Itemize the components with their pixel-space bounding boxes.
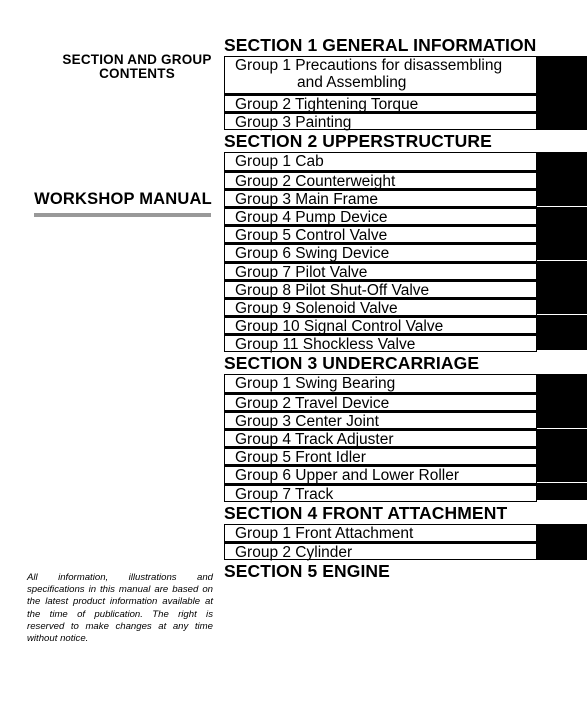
group-link[interactable]: Group 3 Main Frame <box>224 188 537 208</box>
group-label: Group 11 Shockless Valve <box>235 336 415 353</box>
group-label-line1: Group 11 Shockless Valve <box>235 336 416 354</box>
group-label: Group 8 Pilot Shut-Off Valve <box>235 282 429 299</box>
section-group-list: Group 1 Swing Bearing Group 2 Travel Devi… <box>224 374 587 503</box>
thumb-index-tab[interactable] <box>537 429 587 483</box>
group-label-line1: Group 3 Painting <box>235 114 352 132</box>
group-label-line1: Group 5 Control Valve <box>235 227 388 245</box>
group-label-line1: Group 3 Main Frame <box>235 190 378 208</box>
group-label-line1: Group 1 Cab <box>235 153 324 171</box>
group-label: Group 3 Main Frame <box>235 191 378 208</box>
group-label: Group 2 Counterweight <box>235 173 395 190</box>
group-label: Group 2 Tightening Torque <box>235 96 418 113</box>
group-label: Group 1 Precautions for disassembling and… <box>235 57 502 91</box>
section-group-list: Group 1 Precautions for disassembling and… <box>224 56 587 131</box>
group-label: Group 5 Control Valve <box>235 227 387 244</box>
group-label: Group 6 Swing Device <box>235 245 389 262</box>
group-label-line1: Group 2 Travel Device <box>235 394 390 412</box>
group-link[interactable]: Group 1 Cab <box>224 152 537 171</box>
manual-title-underline <box>34 213 211 217</box>
group-label: Group 4 Pump Device <box>235 209 388 226</box>
group-label: Group 3 Painting <box>235 114 351 131</box>
section-title[interactable]: SECTION 3 UNDERCARRIAGE <box>224 352 587 374</box>
group-label-line2: and Assembling <box>297 74 407 91</box>
thumb-index-tab[interactable] <box>537 56 587 130</box>
thumb-index-tab[interactable] <box>537 315 587 351</box>
group-label: Group 10 Signal Control Valve <box>235 318 443 335</box>
group-label-line1: Group 7 Pilot Valve <box>235 263 368 281</box>
disclaimer-text: All information, illustrations and speci… <box>27 572 213 645</box>
group-label-line1: Group 9 Solenoid Valve <box>235 299 398 317</box>
group-link[interactable]: Group 8 Pilot Shut-Off Valve <box>224 279 537 299</box>
group-label-line1: Group 6 Upper and Lower Roller <box>235 467 460 485</box>
group-label-line1: Group 2 Counterweight <box>235 172 396 190</box>
group-link[interactable]: Group 5 Front Idler <box>224 447 537 466</box>
group-label: Group 6 Upper and Lower Roller <box>235 467 459 484</box>
thumb-index-tab[interactable] <box>537 152 587 207</box>
group-label-line1: Group 5 Front Idler <box>235 449 366 467</box>
group-label: Group 2 Cylinder <box>235 544 352 561</box>
thumb-index-tab[interactable] <box>537 523 587 560</box>
group-label: Group 7 Track <box>235 486 333 503</box>
group-label: Group 1 Cab <box>235 153 324 170</box>
group-label-line1: Group 1 Precautions for disassembling <box>235 57 503 74</box>
thumb-index-tab[interactable] <box>537 483 587 501</box>
group-label-line1: Group 6 Swing Device <box>235 245 390 263</box>
group-label-line1: Group 8 Pilot Shut-Off Valve <box>235 281 430 299</box>
group-label: Group 1 Front Attachment <box>235 525 413 542</box>
group-link[interactable]: Group 9 Solenoid Valve <box>224 297 537 317</box>
contents-title: SECTION AND GROUP CONTENTS <box>32 53 242 81</box>
contents-title-line2: CONTENTS <box>99 66 175 81</box>
group-label-line1: Group 1 Front Attachment <box>235 524 414 542</box>
group-label: Group 3 Center Joint <box>235 413 379 430</box>
section-title[interactable]: SECTION 1 GENERAL INFORMATION <box>224 34 587 56</box>
group-label: Group 1 Swing Bearing <box>235 375 395 392</box>
group-link[interactable]: Group 4 Pump Device <box>224 206 537 226</box>
section-title[interactable]: SECTION 2 UPPERSTRUCTURE <box>224 130 587 152</box>
group-link[interactable]: Group 10 Signal Control Valve <box>224 316 537 335</box>
group-link[interactable]: Group 2 Tightening Torque <box>224 94 537 113</box>
group-link[interactable]: Group 5 Control Valve <box>224 225 537 244</box>
group-label-line1: Group 3 Center Joint <box>235 412 379 430</box>
thumb-index-tab[interactable] <box>537 374 587 429</box>
group-label-line1: Group 4 Track Adjuster <box>235 431 394 448</box>
group-link[interactable]: Group 1 Swing Bearing <box>224 374 537 393</box>
group-link[interactable]: Group 4 Track Adjuster <box>224 429 537 448</box>
group-link[interactable]: Group 6 Upper and Lower Roller <box>224 465 537 484</box>
group-link[interactable]: Group 2 Cylinder <box>224 541 537 561</box>
thumb-index-tab[interactable] <box>537 261 587 315</box>
group-label-line1: Group 4 Pump Device <box>235 208 388 226</box>
group-label: Group 2 Travel Device <box>235 395 389 412</box>
contents-title-line1: SECTION AND GROUP <box>62 52 212 67</box>
group-label: Group 9 Solenoid Valve <box>235 300 398 317</box>
group-link[interactable]: Group 7 Track <box>224 483 537 503</box>
group-link[interactable]: Group 7 Pilot Valve <box>224 261 537 281</box>
group-label: Group 5 Front Idler <box>235 449 366 466</box>
group-link[interactable]: Group 3 Painting <box>224 112 537 131</box>
group-link[interactable]: Group 3 Center Joint <box>224 410 537 430</box>
group-link[interactable]: Group 2 Travel Device <box>224 392 537 412</box>
group-link[interactable]: Group 11 Shockless Valve <box>224 334 537 353</box>
group-label: Group 4 Track Adjuster <box>235 431 394 448</box>
group-label-line1: Group 2 Tightening Torque <box>235 96 419 113</box>
group-link[interactable]: Group 6 Swing Device <box>224 243 537 262</box>
manual-title: WORKSHOP MANUAL <box>34 190 212 208</box>
group-link[interactable]: Group 1 Precautions for disassembling and… <box>224 56 537 94</box>
section-title[interactable]: SECTION 5 ENGINE <box>224 560 587 582</box>
section-title[interactable]: SECTION 4 FRONT ATTACHMENT <box>224 502 587 524</box>
group-link[interactable]: Group 2 Counterweight <box>224 170 537 190</box>
section-group-list: Group 1 Cab Group 2 Counterweight Group 3 … <box>224 152 587 353</box>
group-label-line1: Group 10 Signal Control Valve <box>235 318 444 336</box>
table-of-contents: SECTION 1 GENERAL INFORMATION Group 1 Pre… <box>224 34 587 582</box>
group-link[interactable]: Group 1 Front Attachment <box>224 523 537 542</box>
group-label-line1: Group 1 Swing Bearing <box>235 375 396 393</box>
group-label-line1: Group 2 Cylinder <box>235 543 353 561</box>
thumb-index-tab[interactable] <box>537 207 587 261</box>
group-label-line1: Group 7 Track <box>235 485 334 503</box>
section-group-list: Group 1 Front Attachment Group 2 Cylinder <box>224 523 587 561</box>
group-label: Group 7 Pilot Valve <box>235 264 367 281</box>
